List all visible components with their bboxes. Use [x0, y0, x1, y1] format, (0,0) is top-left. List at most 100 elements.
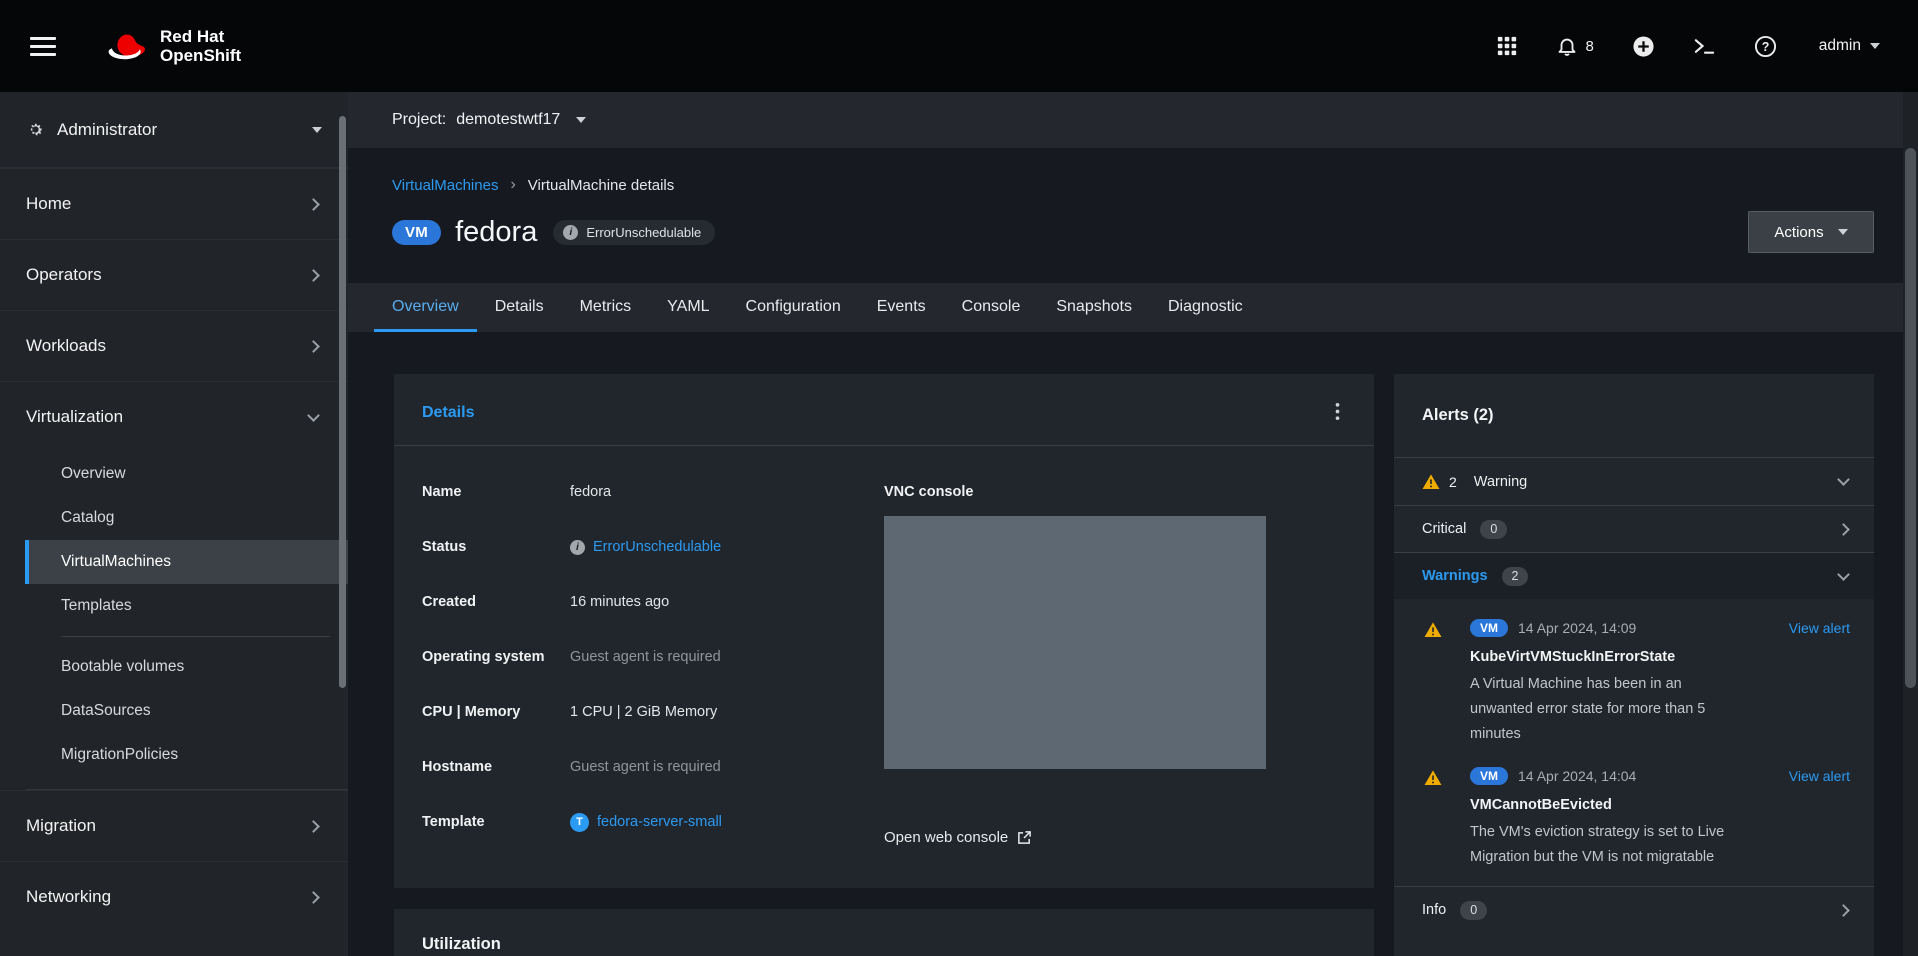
- page-title-row: VM fedora i ErrorUnschedulable Actions: [392, 210, 1874, 254]
- actions-button[interactable]: Actions: [1748, 211, 1874, 253]
- vm-badge: VM: [1470, 767, 1508, 785]
- alerts-group-info[interactable]: Info 0: [1394, 887, 1874, 933]
- vnc-console-section: VNC console Open web console: [884, 482, 1346, 847]
- chevron-down-icon: [1837, 568, 1850, 581]
- alert-description: A Virtual Machine has been in an unwante…: [1470, 672, 1725, 747]
- app-launcher-grid-icon: [1496, 35, 1518, 57]
- perspective-label: Administrator: [57, 120, 300, 140]
- redhat-logo-icon: [104, 29, 150, 63]
- breadcrumb: VirtualMachines › VirtualMachine details: [392, 176, 674, 194]
- sidebar-item-home[interactable]: Home: [0, 168, 348, 239]
- sidebar-item-virt-overview[interactable]: Overview: [25, 452, 348, 496]
- sidebar-item-virtualization[interactable]: Virtualization: [0, 381, 348, 452]
- chevron-right-icon: [307, 891, 320, 904]
- sidebar-item-templates[interactable]: Templates: [25, 584, 348, 628]
- notifications-button[interactable]: 8: [1556, 35, 1593, 57]
- status-link[interactable]: ErrorUnschedulable: [593, 537, 721, 557]
- chevron-right-icon: [307, 820, 320, 833]
- project-selector[interactable]: Project: demotestwtf17: [392, 111, 586, 129]
- project-value: demotestwtf17: [456, 111, 560, 129]
- warning-triangle-icon: [1424, 621, 1442, 638]
- help-button[interactable]: ?: [1754, 35, 1777, 58]
- gear-icon: [26, 120, 45, 139]
- alerts-group-warnings[interactable]: Warnings 2: [1394, 553, 1874, 599]
- tab-yaml[interactable]: YAML: [649, 283, 727, 332]
- info-icon: i: [570, 540, 585, 555]
- alerts-summary-row[interactable]: 2 Warning: [1394, 458, 1874, 505]
- alert-title: VMCannotBeEvicted: [1470, 797, 1850, 813]
- terminal-icon: [1693, 35, 1716, 58]
- utilization-card-title: Utilization: [422, 935, 501, 954]
- perspective-switcher[interactable]: Administrator: [0, 92, 348, 168]
- warning-count: 2: [1449, 474, 1457, 490]
- alert-item: VM 14 Apr 2024, 14:04 View alert VMCanno…: [1394, 747, 1874, 870]
- sidebar-item-operators[interactable]: Operators: [0, 239, 348, 310]
- breadcrumb-virtualmachines-link[interactable]: VirtualMachines: [392, 177, 498, 194]
- alerts-group-critical[interactable]: Critical 0: [1394, 506, 1874, 552]
- terminal-button[interactable]: [1693, 35, 1716, 58]
- field-name: Name fedora: [422, 482, 884, 502]
- tab-metrics[interactable]: Metrics: [562, 283, 650, 332]
- tab-events[interactable]: Events: [859, 283, 944, 332]
- tab-overview[interactable]: Overview: [374, 283, 477, 332]
- user-menu[interactable]: admin: [1819, 37, 1880, 55]
- critical-count-badge: 0: [1480, 520, 1507, 539]
- help-icon: ?: [1754, 35, 1777, 58]
- alert-timestamp: 14 Apr 2024, 14:04: [1518, 768, 1636, 784]
- add-button[interactable]: [1632, 35, 1655, 58]
- brand-line2: OpenShift: [160, 46, 241, 65]
- page-scrollbar[interactable]: [1903, 92, 1918, 956]
- tab-configuration[interactable]: Configuration: [728, 283, 859, 332]
- vnc-console-preview[interactable]: [884, 516, 1266, 769]
- sidebar-item-networking[interactable]: Networking: [0, 861, 348, 932]
- user-name: admin: [1819, 37, 1861, 55]
- sidebar-item-datasources[interactable]: DataSources: [25, 689, 348, 733]
- nav-toggle-button[interactable]: [26, 33, 60, 60]
- chevron-down-icon: [1837, 473, 1850, 486]
- view-alert-link[interactable]: View alert: [1789, 620, 1850, 636]
- chevron-down-icon: [1870, 43, 1880, 54]
- warning-triangle-icon: [1422, 473, 1440, 490]
- field-status: Status i ErrorUnschedulable: [422, 537, 884, 557]
- sidebar-item-virtualmachines[interactable]: VirtualMachines: [25, 540, 348, 584]
- tab-details[interactable]: Details: [477, 283, 562, 332]
- scrollbar-thumb[interactable]: [1905, 148, 1916, 688]
- details-card-title-link[interactable]: Details: [422, 404, 474, 422]
- chevron-right-icon: [307, 269, 320, 282]
- alert-timestamp: 14 Apr 2024, 14:09: [1518, 620, 1636, 636]
- sidebar-item-migrationpolicies[interactable]: MigrationPolicies: [25, 733, 348, 777]
- vnc-console-label: VNC console: [884, 482, 1346, 502]
- sidebar-nav: Administrator Home Operators Workloads V…: [0, 92, 348, 956]
- info-count-badge: 0: [1460, 901, 1487, 920]
- alerts-panel-title: Alerts (2): [1394, 374, 1874, 457]
- warnings-count-badge: 2: [1502, 567, 1529, 586]
- tab-diagnostic[interactable]: Diagnostic: [1150, 283, 1261, 332]
- kebab-menu-icon[interactable]: [1329, 400, 1346, 426]
- page-body: VirtualMachines › VirtualMachine details…: [348, 148, 1918, 956]
- field-hostname: Hostname Guest agent is required: [422, 757, 884, 777]
- breadcrumb-separator-icon: ›: [510, 176, 515, 194]
- vm-badge: VM: [1470, 619, 1508, 637]
- view-alert-link[interactable]: View alert: [1789, 768, 1850, 784]
- status-badge[interactable]: i ErrorUnschedulable: [553, 220, 715, 245]
- chevron-right-icon: [307, 198, 320, 211]
- project-label: Project:: [392, 111, 446, 129]
- sidebar-item-catalog[interactable]: Catalog: [25, 496, 348, 540]
- chevron-down-icon: [307, 409, 320, 422]
- template-link[interactable]: fedora-server-small: [597, 812, 722, 832]
- tab-console[interactable]: Console: [944, 283, 1039, 332]
- warning-label: Warning: [1474, 474, 1527, 490]
- sidebar-item-migration[interactable]: Migration: [0, 790, 348, 861]
- tab-snapshots[interactable]: Snapshots: [1038, 283, 1150, 332]
- brand-logo[interactable]: Red Hat OpenShift: [104, 27, 241, 65]
- field-operating-system: Operating system Guest agent is required: [422, 647, 884, 667]
- open-web-console-link[interactable]: Open web console: [884, 829, 1032, 846]
- sidebar-scrollbar[interactable]: [339, 116, 346, 688]
- external-link-icon: [1017, 830, 1032, 845]
- alert-item: VM 14 Apr 2024, 14:09 View alert KubeVir…: [1394, 599, 1874, 747]
- alerts-panel: Alerts (2) 2 Warning Critical 0: [1394, 374, 1874, 956]
- app-launcher-button[interactable]: [1496, 35, 1518, 57]
- sidebar-item-workloads[interactable]: Workloads: [0, 310, 348, 381]
- sidebar-item-bootable-volumes[interactable]: Bootable volumes: [25, 645, 348, 689]
- chevron-right-icon: [1837, 523, 1850, 536]
